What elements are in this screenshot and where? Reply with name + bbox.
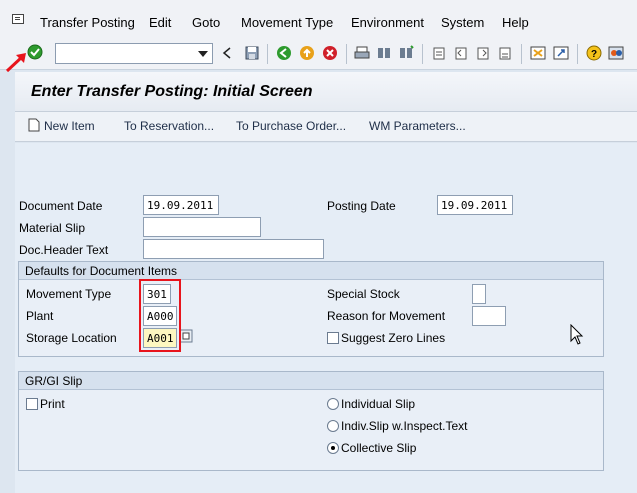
defaults-group-title: Defaults for Document Items: [19, 262, 603, 280]
document-date-field[interactable]: 19.09.2011: [143, 195, 219, 215]
first-page-icon[interactable]: [431, 45, 447, 61]
customize-layout-icon[interactable]: [608, 45, 624, 61]
menu-bar: Transfer Posting Edit Goto Movement Type…: [0, 0, 637, 38]
doc-header-text-field[interactable]: [143, 239, 324, 259]
find-icon[interactable]: [376, 45, 392, 61]
menu-system[interactable]: System: [441, 15, 484, 30]
grgi-group: GR/GI Slip: [18, 371, 604, 471]
material-slip-field[interactable]: [143, 217, 261, 237]
suggest-zero-lines-checkbox[interactable]: [327, 332, 339, 344]
chevron-down-icon[interactable]: [198, 51, 208, 57]
next-page-icon[interactable]: [475, 45, 491, 61]
create-session-icon[interactable]: [530, 45, 546, 61]
toolbar-separator: [577, 44, 578, 64]
application-toolbar: New Item To Reservation... To Purchase O…: [15, 112, 637, 142]
indiv-slip-inspect-radio[interactable]: [327, 420, 339, 432]
individual-slip-radio[interactable]: [327, 398, 339, 410]
print-label: Print: [40, 397, 65, 411]
indiv-slip-inspect-label: Indiv.Slip w.Inspect.Text: [341, 419, 468, 433]
save-icon[interactable]: [244, 45, 260, 61]
movement-type-label: Movement Type: [26, 287, 112, 301]
menu-goto[interactable]: Goto: [192, 15, 220, 30]
individual-slip-label: Individual Slip: [341, 397, 416, 411]
prev-page-icon[interactable]: [453, 45, 469, 61]
reason-label: Reason for Movement: [327, 309, 446, 323]
title-bar: Enter Transfer Posting: Initial Screen: [15, 72, 637, 112]
window-menu-icon[interactable]: [12, 14, 24, 24]
toolbar-separator: [346, 44, 347, 64]
help-icon[interactable]: ?: [586, 45, 602, 61]
highlight-box: [139, 279, 181, 352]
red-arrow-annotation-icon: [5, 53, 26, 73]
plant-label: Plant: [26, 309, 54, 323]
print-checkbox[interactable]: [26, 398, 38, 410]
shortcut-icon[interactable]: [553, 45, 569, 61]
new-item-icon: [28, 118, 40, 132]
toolbar-separator: [521, 44, 522, 64]
material-slip-label: Material Slip: [19, 221, 86, 235]
standard-toolbar: ?: [0, 38, 637, 73]
toolbar-separator: [267, 44, 268, 64]
find-next-icon[interactable]: [398, 45, 414, 61]
exit-icon[interactable]: [299, 45, 315, 61]
cancel-icon[interactable]: [322, 45, 338, 61]
menu-edit[interactable]: Edit: [149, 15, 171, 30]
left-frame: [0, 72, 15, 493]
to-purchase-order-button[interactable]: To Purchase Order...: [236, 119, 346, 133]
back-icon[interactable]: [219, 45, 235, 61]
grgi-group-title: GR/GI Slip: [19, 372, 603, 390]
reason-field[interactable]: [472, 306, 506, 326]
wm-parameters-button[interactable]: WM Parameters...: [369, 119, 466, 133]
print-icon[interactable]: [354, 45, 370, 61]
back-green-icon[interactable]: [276, 45, 292, 61]
collective-slip-label: Collective Slip: [341, 441, 417, 455]
last-page-icon[interactable]: [497, 45, 513, 61]
command-field[interactable]: [55, 43, 213, 64]
menu-help[interactable]: Help: [502, 15, 529, 30]
menu-transfer-posting[interactable]: Transfer Posting: [40, 15, 135, 30]
toolbar-separator: [422, 44, 423, 64]
posting-date-field[interactable]: 19.09.2011: [437, 195, 513, 215]
mouse-cursor-icon: [570, 324, 584, 345]
suggest-zero-lines-label: Suggest Zero Lines: [341, 331, 446, 345]
menu-movement-type[interactable]: Movement Type: [241, 15, 333, 30]
page-title: Enter Transfer Posting: Initial Screen: [31, 83, 313, 100]
doc-header-text-label: Doc.Header Text: [19, 243, 109, 257]
search-help-icon[interactable]: [179, 329, 193, 343]
special-stock-field[interactable]: [472, 284, 486, 304]
svg-text:?: ?: [591, 49, 597, 60]
to-reservation-button[interactable]: To Reservation...: [124, 119, 214, 133]
new-item-button[interactable]: New Item: [44, 119, 95, 133]
document-date-label: Document Date: [19, 199, 103, 213]
posting-date-label: Posting Date: [327, 199, 396, 213]
collective-slip-radio[interactable]: [327, 442, 339, 454]
storage-location-label: Storage Location: [26, 331, 117, 345]
menu-environment[interactable]: Environment: [351, 15, 424, 30]
special-stock-label: Special Stock: [327, 287, 400, 301]
